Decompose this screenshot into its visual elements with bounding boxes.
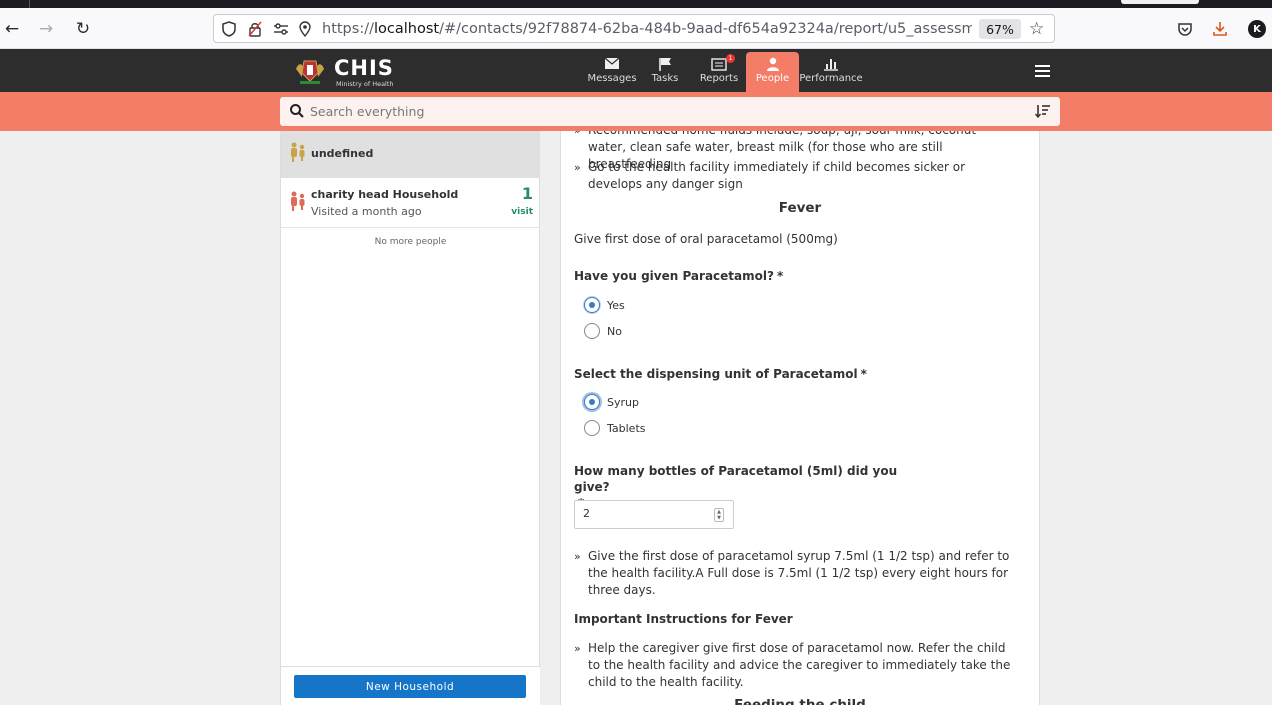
assessment-form-panel: » Recommended home fluids include, soup,… xyxy=(560,131,1040,705)
instruction-help-caregiver: » Help the caregiver give first dose of … xyxy=(574,640,1019,691)
bullet-mark: » xyxy=(574,131,581,139)
visit-count: 1 xyxy=(521,184,533,203)
list-item-selected[interactable]: undefined xyxy=(281,131,540,178)
household-name: charity head Household xyxy=(311,188,459,201)
bullet-mark: » xyxy=(574,161,581,174)
radio-label: Yes xyxy=(607,298,625,312)
coat-of-arms-icon xyxy=(296,60,324,84)
radio-option-no[interactable]: No xyxy=(584,322,622,340)
required-mark: * xyxy=(860,367,867,381)
list-end-text: No more people xyxy=(374,237,447,247)
person-icon xyxy=(766,57,780,73)
radio-tablets-button[interactable] xyxy=(584,420,600,436)
instruction-go-facility: » Go to the health facility immediately … xyxy=(574,159,1009,193)
envelope-icon xyxy=(604,57,620,73)
app-logo[interactable]: CHIS Ministry of Health xyxy=(294,55,406,89)
radio-yes-button[interactable] xyxy=(584,297,600,313)
pocket-icon[interactable] xyxy=(1174,18,1196,40)
app-subtitle: Ministry of Health xyxy=(336,80,394,88)
tab-performance-label: Performance xyxy=(799,73,863,84)
profile-initial: K xyxy=(1248,20,1266,38)
search-box xyxy=(280,97,1060,126)
new-household-button[interactable]: New Household xyxy=(294,675,526,698)
url-path: /#/contacts/92f78874-62ba-484b-9aad-df65… xyxy=(439,21,972,37)
list-item-household[interactable]: charity head Household Visited a month a… xyxy=(281,178,540,228)
visit-count-label: visit xyxy=(511,207,533,217)
app-title: CHIS xyxy=(334,56,394,80)
url-host: localhost xyxy=(373,21,440,37)
reports-badge: 1 xyxy=(726,54,735,63)
radio-label: No xyxy=(607,324,622,338)
household-icon xyxy=(291,191,305,211)
url-bar[interactable]: https://localhost/#/contacts/92f78874-62… xyxy=(213,14,1055,43)
radio-label: Syrup xyxy=(607,395,639,409)
radio-option-tablets[interactable]: Tablets xyxy=(584,419,646,437)
required-mark: * xyxy=(776,269,784,283)
reload-icon[interactable]: ↻ xyxy=(71,17,95,41)
radio-no-button[interactable] xyxy=(584,323,600,339)
important-instructions-title: Important Instructions for Fever xyxy=(574,612,793,626)
radio-label: Tablets xyxy=(607,421,646,435)
instruction-text: Go to the health facility immediately if… xyxy=(588,160,966,191)
radio-option-syrup[interactable]: Syrup xyxy=(584,393,639,411)
household-last-visit: Visited a month ago xyxy=(311,205,422,218)
question-dispensing-unit: Select the dispensing unit of Paracetamo… xyxy=(574,366,867,382)
tab-people-label: People xyxy=(755,73,790,84)
radio-syrup-button[interactable] xyxy=(584,394,600,410)
question-text: Select the dispensing unit of Paracetamo… xyxy=(574,367,858,381)
feeding-section-title: Feeding the child xyxy=(734,697,866,705)
tab-messages[interactable]: Messages xyxy=(587,52,637,92)
tab-people[interactable]: People xyxy=(746,52,799,92)
radio-option-yes[interactable]: Yes xyxy=(584,296,625,314)
number-stepper-icon[interactable]: ▲ ▼ xyxy=(714,508,724,522)
instruction-text: Give the first dose of paracetamol syrup… xyxy=(588,549,1010,597)
shield-icon[interactable] xyxy=(220,20,238,38)
flag-icon xyxy=(658,57,672,73)
search-band xyxy=(0,92,1272,131)
active-browser-tab[interactable] xyxy=(1121,0,1199,4)
fever-section-title: Fever xyxy=(778,200,822,216)
url-prefix: https:// xyxy=(322,21,374,37)
forward-icon[interactable]: → xyxy=(34,17,58,41)
bookmark-star-icon[interactable]: ☆ xyxy=(1029,19,1044,39)
url-text[interactable]: https://localhost/#/contacts/92f78874-62… xyxy=(322,21,972,37)
hamburger-menu-icon[interactable] xyxy=(1035,65,1050,77)
bottles-number-field[interactable]: ▲▼ xyxy=(574,500,734,529)
bullet-mark: » xyxy=(574,642,581,655)
question-text: Have you given Paracetamol? xyxy=(574,269,774,283)
search-icon xyxy=(290,104,304,118)
people-list-panel: undefined charity head Household Visited… xyxy=(280,131,540,705)
report-icon: 1 xyxy=(711,54,735,73)
browser-tab-strip xyxy=(0,0,1272,8)
downloads-icon[interactable] xyxy=(1209,18,1231,40)
tab-performance[interactable]: Performance xyxy=(799,52,863,92)
search-input[interactable] xyxy=(310,100,1010,123)
list-footer: New Household xyxy=(281,666,540,705)
zoom-level-badge[interactable]: 67% xyxy=(979,19,1021,39)
selected-person-name: undefined xyxy=(311,147,374,160)
bar-chart-icon xyxy=(823,57,839,73)
tab-tasks-label: Tasks xyxy=(651,73,679,84)
question-text: How many bottles of Paracetamol (5ml) di… xyxy=(574,464,898,494)
tab-messages-label: Messages xyxy=(587,73,637,84)
profile-avatar[interactable]: K xyxy=(1246,18,1268,40)
permissions-icon[interactable] xyxy=(272,20,290,38)
fever-instruction: Give first dose of oral paracetamol (500… xyxy=(574,232,838,246)
tab-reports-label: Reports xyxy=(699,73,739,84)
sort-icon[interactable] xyxy=(1035,104,1051,118)
bottles-number-input[interactable] xyxy=(583,507,703,520)
tab-tasks[interactable]: Tasks xyxy=(647,52,683,92)
family-icon xyxy=(291,142,305,162)
bullet-mark: » xyxy=(574,550,581,563)
tab-reports[interactable]: 1 Reports xyxy=(697,52,741,92)
lock-warning-icon[interactable] xyxy=(246,20,264,38)
question-paracetamol-given: Have you given Paracetamol? * xyxy=(574,268,783,284)
back-icon[interactable]: ← xyxy=(0,17,24,41)
location-icon[interactable] xyxy=(296,20,314,38)
instruction-first-dose: » Give the first dose of paracetamol syr… xyxy=(574,548,1014,599)
browser-toolbar: ← → ↻ https://localhost/#/contacts/92f78… xyxy=(0,8,1272,49)
instruction-text: Help the caregiver give first dose of pa… xyxy=(588,641,1011,689)
tab-separator xyxy=(29,0,30,8)
app-header: CHIS Ministry of Health Messages Tasks 1… xyxy=(0,49,1272,92)
